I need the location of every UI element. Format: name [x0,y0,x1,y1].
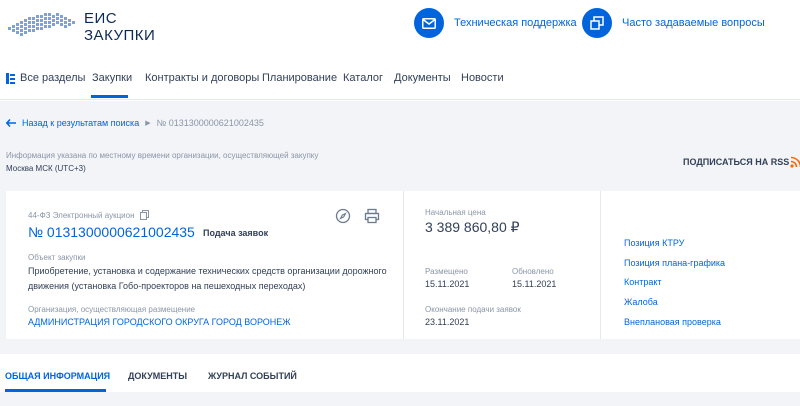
updated-date: 15.11.2021 [512,279,557,289]
timezone-notice: Информация указана по местному времени о… [6,151,319,160]
russia-map-logo-icon[interactable] [6,9,78,41]
nav-item-contracts[interactable]: Контракты и договоры [145,72,259,84]
nav-item-purchases[interactable]: Закупки [92,72,132,84]
rss-subscribe-link[interactable]: ПОДПИСАТЬСЯ НА RSS [683,157,789,167]
active-nav-underline [91,95,128,98]
support-link[interactable]: Техническая поддержка [414,8,577,38]
unscheduled-inspection-link[interactable]: Внеплановая проверка [624,317,721,327]
organization-link[interactable]: АДМИНИСТРАЦИЯ ГОРОДСКОГО ОКРУГА ГОРОД ВО… [28,317,291,327]
placed-label: Размещено [425,267,468,276]
nav-item-all-sections[interactable]: Все разделы [6,72,85,84]
price-label: Начальная цена [425,208,486,217]
windows-icon [582,8,612,38]
end-date: 23.11.2021 [425,317,470,327]
law-type: 44-ФЗ Электронный аукцион [28,210,149,220]
tab-general-info[interactable]: ОБЩАЯ ИНФОРМАЦИЯ [5,371,110,381]
section-tabs: ОБЩАЯ ИНФОРМАЦИЯ ДОКУМЕНТЫ ЖУРНАЛ СОБЫТИ… [0,354,800,392]
law-type-text: 44-ФЗ Электронный аукцион [28,210,135,220]
registry-number[interactable]: № 0131300000621002435 [28,224,195,240]
updated-label: Обновлено [512,267,554,276]
active-tab-underline [5,389,106,392]
breadcrumb: Назад к результатам поиска ▶ № 013130000… [6,118,264,128]
end-date-label: Окончание подачи заявок [425,305,521,314]
logo-text[interactable]: ЕИС ЗАКУПКИ [84,10,155,44]
nav-item-documents[interactable]: Документы [394,72,451,84]
logo-line-1: ЕИС [84,10,118,27]
complaint-link[interactable]: Жалоба [624,297,658,307]
compass-icon[interactable] [335,208,351,224]
nav-item-label: Все разделы [20,72,86,84]
faq-link[interactable]: Часто задаваемые вопросы [582,8,765,38]
ktru-position-link[interactable]: Позиция КТРУ [624,238,684,248]
faq-label: Часто задаваемые вопросы [622,17,765,29]
card-divider [403,191,404,339]
breadcrumb-current: № 0131300000621002435 [156,118,264,128]
main-nav: Все разделы Закупки Контракты и договоры… [0,58,800,100]
logo-line-2: ЗАКУПКИ [84,27,156,44]
status-badge: Подача заявок [203,228,269,238]
contract-link[interactable]: Контракт [624,277,662,287]
support-label: Техническая поддержка [454,17,577,29]
nav-item-news[interactable]: Новости [461,72,504,84]
timezone-value: Москва МСК (UTC+3) [6,164,86,173]
menu-icon [6,72,15,84]
nav-item-catalog[interactable]: Каталог [343,72,383,84]
tab-event-log[interactable]: ЖУРНАЛ СОБЫТИЙ [208,371,297,381]
site-header: ЕИС ЗАКУПКИ Техническая поддержка Часто … [0,0,800,55]
plan-schedule-position-link[interactable]: Позиция плана-графика [624,258,725,268]
arrow-left-icon[interactable] [6,119,16,127]
placed-date: 15.11.2021 [425,279,470,289]
nav-item-planning[interactable]: Планирование [262,72,337,84]
rss-icon[interactable] [790,156,800,168]
initial-price: 3 389 860,80 ₽ [425,219,520,235]
copy-icon[interactable] [139,210,149,220]
tab-documents[interactable]: ДОКУМЕНТЫ [128,371,187,381]
back-to-results-link[interactable]: Назад к результатам поиска [22,118,139,128]
purchase-subject: Приобретение, установка и содержание тех… [28,266,387,291]
org-label: Организация, осуществляющая размещение [28,305,196,314]
print-icon[interactable] [364,208,380,224]
subject-label: Объект закупки [28,253,86,262]
triangle-right-icon: ▶ [145,120,151,127]
mail-icon [414,8,444,38]
card-divider [600,191,601,339]
